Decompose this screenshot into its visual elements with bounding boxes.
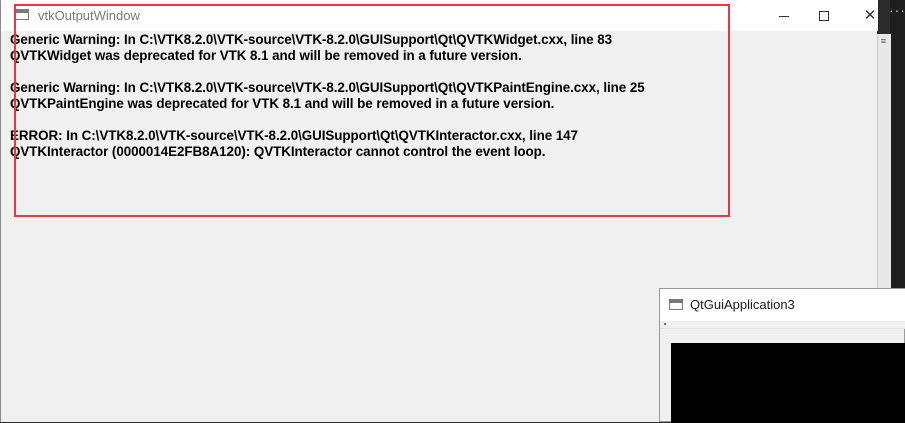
minimize-icon: [779, 15, 789, 17]
maximize-button[interactable]: [801, 0, 847, 31]
qt-window-app-icon: [669, 299, 683, 310]
qt-title-bar[interactable]: QtGuiApplication3: [660, 289, 905, 321]
ide-menu-icon[interactable]: ≡: [878, 36, 889, 46]
output-line: QVTKWidget was deprecated for VTK 8.1 an…: [10, 48, 522, 63]
output-line: QVTKPaintEngine was deprecated for VTK 8…: [10, 96, 555, 111]
close-icon: ✕: [863, 7, 877, 24]
window-title: vtkOutputWindow: [38, 8, 140, 23]
vtk-render-view[interactable]: [671, 343, 905, 423]
maximize-icon: [819, 11, 829, 22]
title-bar[interactable]: vtkOutputWindow ✕: [1, 0, 878, 31]
qt-menu-handle-icon: [664, 323, 666, 325]
output-text-area: Generic Warning: In C:\VTK8.2.0\VTK-sour…: [10, 32, 645, 160]
close-button[interactable]: ✕: [847, 0, 893, 31]
output-line: Generic Warning: In C:\VTK8.2.0\VTK-sour…: [10, 80, 645, 95]
output-line: Generic Warning: In C:\VTK8.2.0\VTK-sour…: [10, 32, 613, 47]
qt-window-title: QtGuiApplication3: [690, 297, 795, 312]
qt-gui-application-window: QtGuiApplication3: [659, 288, 905, 423]
qt-menu-bar[interactable]: [660, 321, 905, 329]
output-line: QVTKInteractor (0000014E2FB8A120): QVTKI…: [10, 144, 546, 159]
window-app-icon: [15, 9, 29, 20]
output-line: ERROR: In C:\VTK8.2.0\VTK-source\VTK-8.2…: [10, 128, 578, 143]
